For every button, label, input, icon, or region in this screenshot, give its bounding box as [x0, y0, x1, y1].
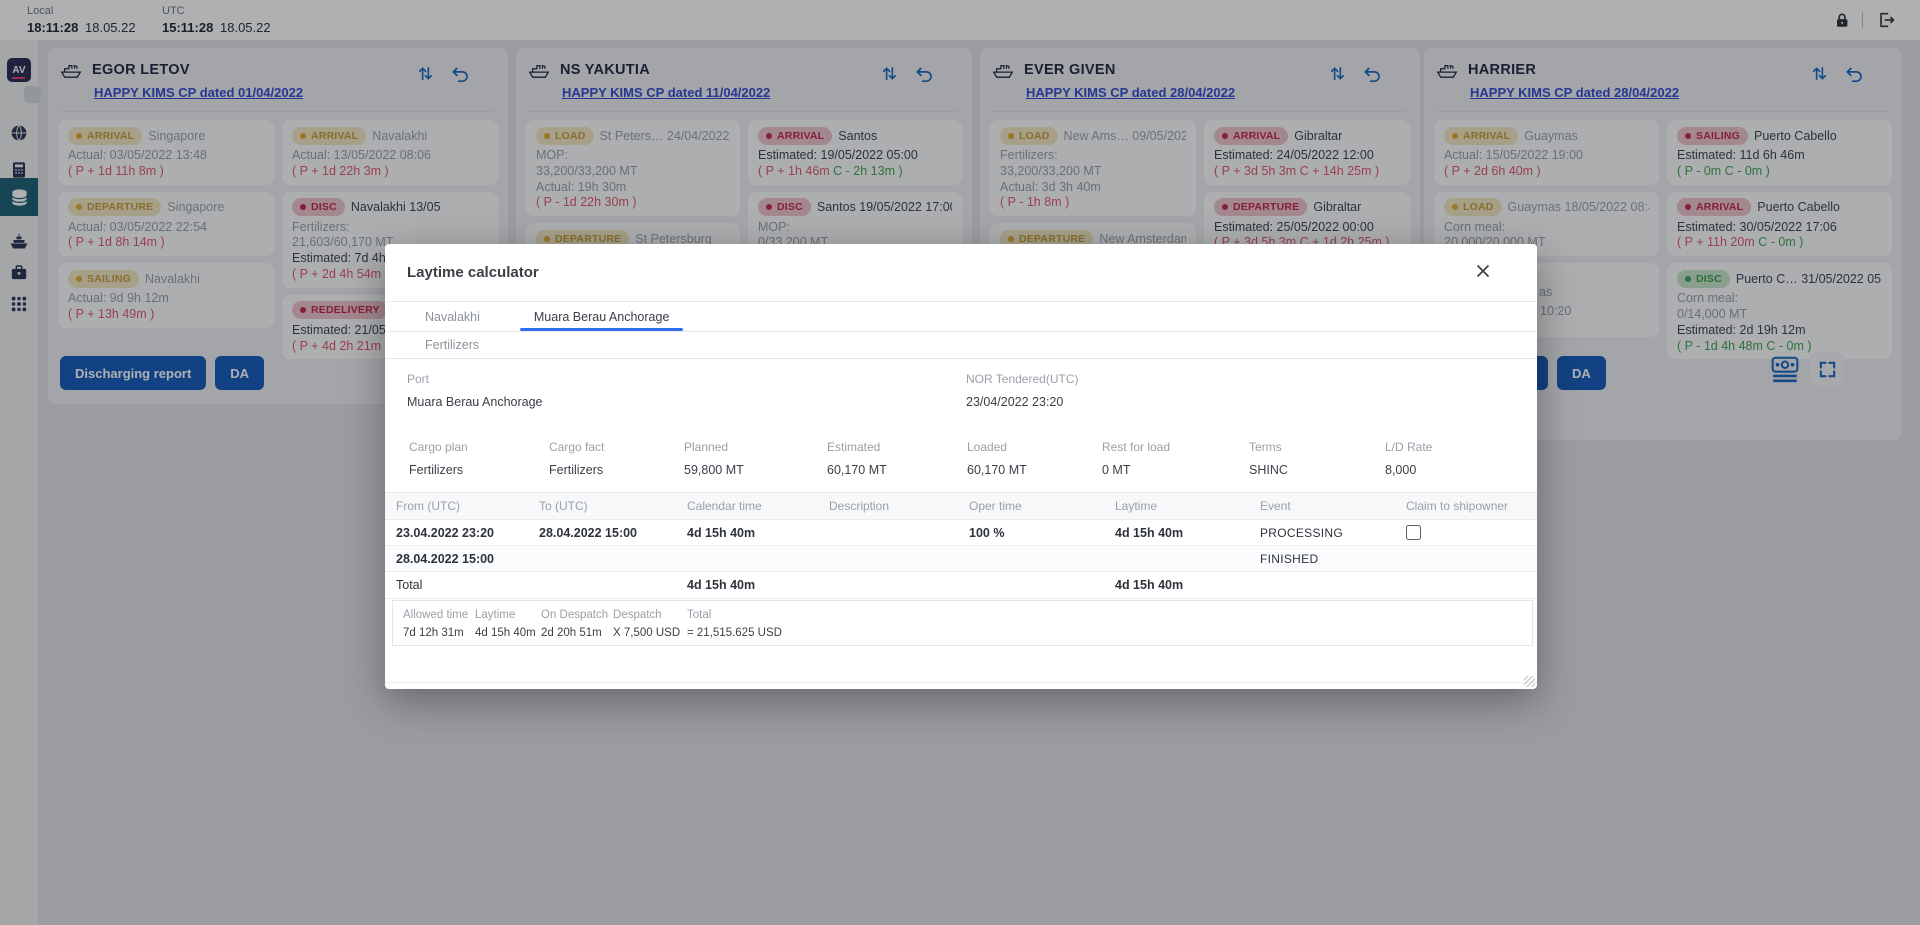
table-cell: 28.04.2022 15:00	[539, 520, 687, 545]
table-cell: 23.04.2022 23:20	[396, 520, 539, 545]
nor-tendered-label: NOR Tendered(UTC)	[966, 372, 1078, 386]
cargo-info-header: L/D Rate	[1385, 440, 1537, 454]
table-header-cell: Laytime	[1115, 493, 1260, 519]
cargo-tab-0[interactable]: Fertilizers	[411, 332, 493, 358]
table-header-cell: To (UTC)	[539, 493, 687, 519]
claim-checkbox[interactable]	[1406, 525, 1421, 540]
cargo-info-header: Cargo fact	[549, 440, 684, 454]
nor-tendered-field: NOR Tendered(UTC) 23/04/2022 23:20	[966, 372, 1078, 409]
summary-column: Total = 21,515.625 USD	[687, 609, 782, 645]
summary-header: Allowed time	[403, 609, 475, 621]
cargo-info-value: 60,170 MT	[967, 463, 1102, 477]
port-tabs: Navalakhi Muara Berau Anchorage	[385, 302, 1537, 331]
cargo-info-value: 0 MT	[1102, 463, 1249, 477]
port-tab-1[interactable]: Muara Berau Anchorage	[520, 302, 684, 331]
close-icon[interactable]	[1471, 259, 1495, 283]
summary-column: On Despatch 2d 20h 51m	[541, 609, 613, 645]
cargo-info-column: Terms SHINC	[1249, 440, 1385, 477]
table-row: 23.04.2022 23:2028.04.2022 15:004d 15h 4…	[385, 520, 1537, 546]
table-header-cell: Claim to shipowner	[1406, 493, 1537, 519]
summary-header: Despatch	[613, 609, 687, 621]
table-cell	[829, 572, 969, 598]
table-cell: PROCESSING	[1260, 520, 1406, 545]
table-row: 28.04.2022 15:00 FINISHED	[385, 546, 1537, 572]
table-header-cell: Calendar time	[687, 493, 829, 519]
summary-value: 7d 12h 31m	[403, 627, 475, 639]
summary-box: Allowed time 7d 12h 31mLaytime 4d 15h 40mO…	[392, 600, 1533, 646]
laytime-table: From (UTC)To (UTC)Calendar timeDescripti…	[385, 492, 1537, 599]
cargo-tabs: Fertilizers	[385, 332, 1537, 358]
table-cell	[1406, 572, 1537, 598]
table-cell: 100 %	[969, 520, 1115, 545]
table-cell	[539, 546, 687, 571]
cargo-info-value: Fertilizers	[409, 463, 549, 477]
table-cell	[1115, 546, 1260, 571]
laytime-calculator-modal: Laytime calculator Navalakhi Muara Berau …	[385, 244, 1537, 689]
summary-value: 4d 15h 40m	[475, 627, 541, 639]
table-header-cell: From (UTC)	[396, 493, 539, 519]
port-label: Port	[407, 372, 543, 386]
cargo-info-value: SHINC	[1249, 463, 1385, 477]
table-cell	[539, 572, 687, 598]
table-total-row: Total 4d 15h 40m 4d 15h 40m	[385, 572, 1537, 599]
table-cell	[687, 546, 829, 571]
cargo-info-value: 59,800 MT	[684, 463, 827, 477]
cargo-info-header: Terms	[1249, 440, 1385, 454]
cargo-info-header: Rest for load	[1102, 440, 1249, 454]
claim-cell	[1406, 520, 1537, 545]
cargo-info-header: Cargo plan	[409, 440, 549, 454]
table-cell: 4d 15h 40m	[1115, 520, 1260, 545]
summary-value: = 21,515.625 USD	[687, 627, 782, 639]
cargo-info-column: Rest for load 0 MT	[1102, 440, 1249, 477]
table-cell: 4d 15h 40m	[687, 520, 829, 545]
modal-bottom-divider	[385, 682, 1537, 683]
cargo-info-header: Estimated	[827, 440, 967, 454]
summary-column: Despatch X 7,500 USD	[613, 609, 687, 645]
cargo-info-column: L/D Rate 8,000	[1385, 440, 1537, 477]
claim-cell	[1406, 546, 1537, 571]
port-field: Port Muara Berau Anchorage	[407, 372, 543, 409]
table-cell: 4d 15h 40m	[687, 572, 829, 598]
summary-value: X 7,500 USD	[613, 627, 687, 639]
table-cell	[829, 520, 969, 545]
summary-column: Laytime 4d 15h 40m	[475, 609, 541, 645]
cargo-info-column: Planned 59,800 MT	[684, 440, 827, 477]
table-header-cell: Description	[829, 493, 969, 519]
summary-header: On Despatch	[541, 609, 613, 621]
summary-column: Allowed time 7d 12h 31m	[403, 609, 475, 645]
summary-header: Laytime	[475, 609, 541, 621]
table-cell	[969, 572, 1115, 598]
cargo-info-column: Loaded 60,170 MT	[967, 440, 1102, 477]
table-cell: 28.04.2022 15:00	[396, 546, 539, 571]
cargo-info-header: Loaded	[967, 440, 1102, 454]
modal-divider	[385, 358, 1537, 359]
table-cell	[829, 546, 969, 571]
table-header-cell: Event	[1260, 493, 1406, 519]
table-cell	[969, 546, 1115, 571]
table-cell	[1260, 572, 1406, 598]
table-cell: FINISHED	[1260, 546, 1406, 571]
port-value: Muara Berau Anchorage	[407, 395, 543, 409]
port-tab-0[interactable]: Navalakhi	[411, 302, 494, 331]
cargo-info-column: Cargo fact Fertilizers	[549, 440, 684, 477]
cargo-info-value: 8,000	[1385, 463, 1537, 477]
modal-title: Laytime calculator	[407, 264, 539, 281]
table-cell: Total	[396, 572, 539, 598]
resize-grip[interactable]	[1524, 676, 1535, 687]
table-cell: 4d 15h 40m	[1115, 572, 1260, 598]
cargo-info-column: Estimated 60,170 MT	[827, 440, 967, 477]
table-header-row: From (UTC)To (UTC)Calendar timeDescripti…	[385, 492, 1537, 520]
nor-tendered-value: 23/04/2022 23:20	[966, 395, 1078, 409]
summary-value: 2d 20h 51m	[541, 627, 613, 639]
cargo-info-value: 60,170 MT	[827, 463, 967, 477]
cargo-info-header: Planned	[684, 440, 827, 454]
cargo-info-value: Fertilizers	[549, 463, 684, 477]
cargo-info-column: Cargo plan Fertilizers	[409, 440, 549, 477]
table-header-cell: Oper time	[969, 493, 1115, 519]
summary-header: Total	[687, 609, 782, 621]
cargo-info-grid: Cargo planFertilizersCargo factFertilize…	[409, 440, 1537, 477]
